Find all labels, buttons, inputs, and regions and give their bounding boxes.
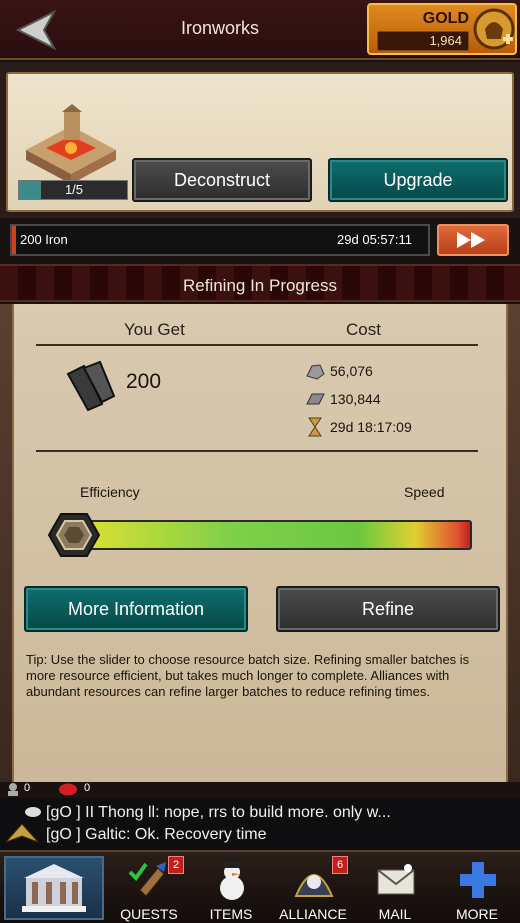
more-information-button[interactable]: More Information — [24, 586, 248, 632]
cost-iron-value: 130,844 — [330, 391, 381, 407]
progress-fill — [12, 226, 17, 254]
quests-badge: 2 — [168, 856, 184, 874]
nav-quests[interactable]: 2 QUESTS — [108, 856, 190, 922]
nav-quests-label: QUESTS — [120, 906, 178, 922]
nav-mail[interactable]: MAIL — [354, 856, 436, 922]
tip-text: Tip: Use the slider to choose resource b… — [26, 652, 470, 699]
nav-mail-label: MAIL — [378, 906, 412, 922]
nav-more[interactable]: MORE — [436, 856, 518, 922]
mail-icon — [377, 864, 415, 895]
nav-home-button[interactable] — [4, 856, 104, 920]
alliance-icon — [294, 874, 334, 897]
alliance-badge: 6 — [332, 856, 348, 874]
stone-icon — [306, 364, 325, 380]
refining-panel: You Get Cost 200 56,076 130,844 29d 18:1… — [0, 304, 520, 784]
chat-bubble-icon — [25, 807, 41, 817]
deconstruct-button[interactable]: Deconstruct — [132, 158, 312, 202]
refine-button[interactable]: Refine — [276, 586, 500, 632]
players-count: 0 — [24, 782, 31, 794]
you-get-value: 200 — [126, 370, 162, 393]
batch-size-slider[interactable] — [74, 520, 472, 550]
back-button[interactable] — [14, 8, 64, 52]
nav-more-label: MORE — [456, 906, 498, 922]
ironworks-building-icon — [26, 104, 116, 184]
nav-items-label: ITEMS — [209, 906, 253, 922]
refining-progress-bar: 200 Iron 29d 05:57:11 — [10, 224, 430, 256]
level-text: 1/5 — [64, 182, 84, 197]
plus-icon — [460, 862, 496, 898]
slider-handle[interactable] — [48, 512, 100, 558]
building-level-bar: 1/5 — [18, 180, 128, 200]
building-panel: 1/5 Deconstruct Upgrade — [0, 62, 520, 218]
section-header: Refining In Progress — [0, 264, 520, 302]
efficiency-label: Efficiency — [80, 484, 140, 500]
you-get-header: You Get — [124, 320, 185, 339]
back-arrow-icon — [15, 9, 57, 51]
progress-time: 29d 05:57:11 — [337, 232, 412, 247]
building-card: 1/5 Deconstruct Upgrade — [6, 72, 514, 212]
nav-alliance-label: ALLIANCE — [279, 906, 347, 922]
iron-ingot-icon — [66, 360, 116, 412]
parchment: You Get Cost 200 56,076 130,844 29d 18:1… — [12, 304, 508, 782]
upgrade-button[interactable]: Upgrade — [328, 158, 508, 202]
gold-label: GOLD — [422, 10, 469, 27]
speed-label: Speed — [404, 484, 445, 500]
chat-message-2: [gO ] Galtic: Ok. Recovery time — [46, 826, 267, 843]
speed-up-button[interactable] — [437, 224, 509, 256]
iron-ingot-icon — [306, 393, 325, 405]
hourglass-icon — [308, 417, 322, 437]
bottom-nav: 2 QUESTS ITEMS 6 ALLIANCE MAIL MORE — [0, 850, 520, 923]
cost-stone-value: 56,076 — [330, 363, 373, 379]
page-title: Ironworks — [180, 18, 260, 38]
quests-icon — [128, 862, 166, 897]
chat-panel[interactable]: [gO ] II Thong ll: nope, rrs to build mo… — [0, 798, 520, 850]
progress-label: 200 Iron — [20, 232, 68, 247]
nav-items[interactable]: ITEMS — [190, 856, 272, 922]
items-icon — [220, 862, 244, 900]
divider-bottom — [36, 450, 478, 452]
gold-value: 1,964 — [377, 31, 469, 51]
alliance-crest-icon — [5, 823, 39, 843]
cost-time-value: 29d 18:17:09 — [330, 419, 412, 435]
gold-coin-icon — [473, 8, 515, 50]
gold-balance[interactable]: GOLD 1,964 — [367, 3, 517, 55]
nav-alliance[interactable]: 6 ALLIANCE — [272, 856, 354, 922]
player-icon — [8, 783, 18, 796]
gems-count: 0 — [84, 782, 91, 794]
chat-message-1: [gO ] II Thong ll: nope, rrs to build mo… — [46, 804, 391, 821]
refining-progress-row: 200 Iron 29d 05:57:11 — [0, 220, 520, 260]
section-title: Refining In Progress — [182, 276, 338, 295]
castle-icon — [22, 864, 86, 912]
top-bar: Ironworks GOLD 1,964 — [0, 0, 520, 60]
fast-forward-icon — [457, 232, 485, 248]
cost-header: Cost — [346, 320, 381, 339]
divider-top — [36, 344, 478, 346]
status-row: 0 0 — [0, 782, 520, 798]
gem-icon — [59, 783, 77, 796]
